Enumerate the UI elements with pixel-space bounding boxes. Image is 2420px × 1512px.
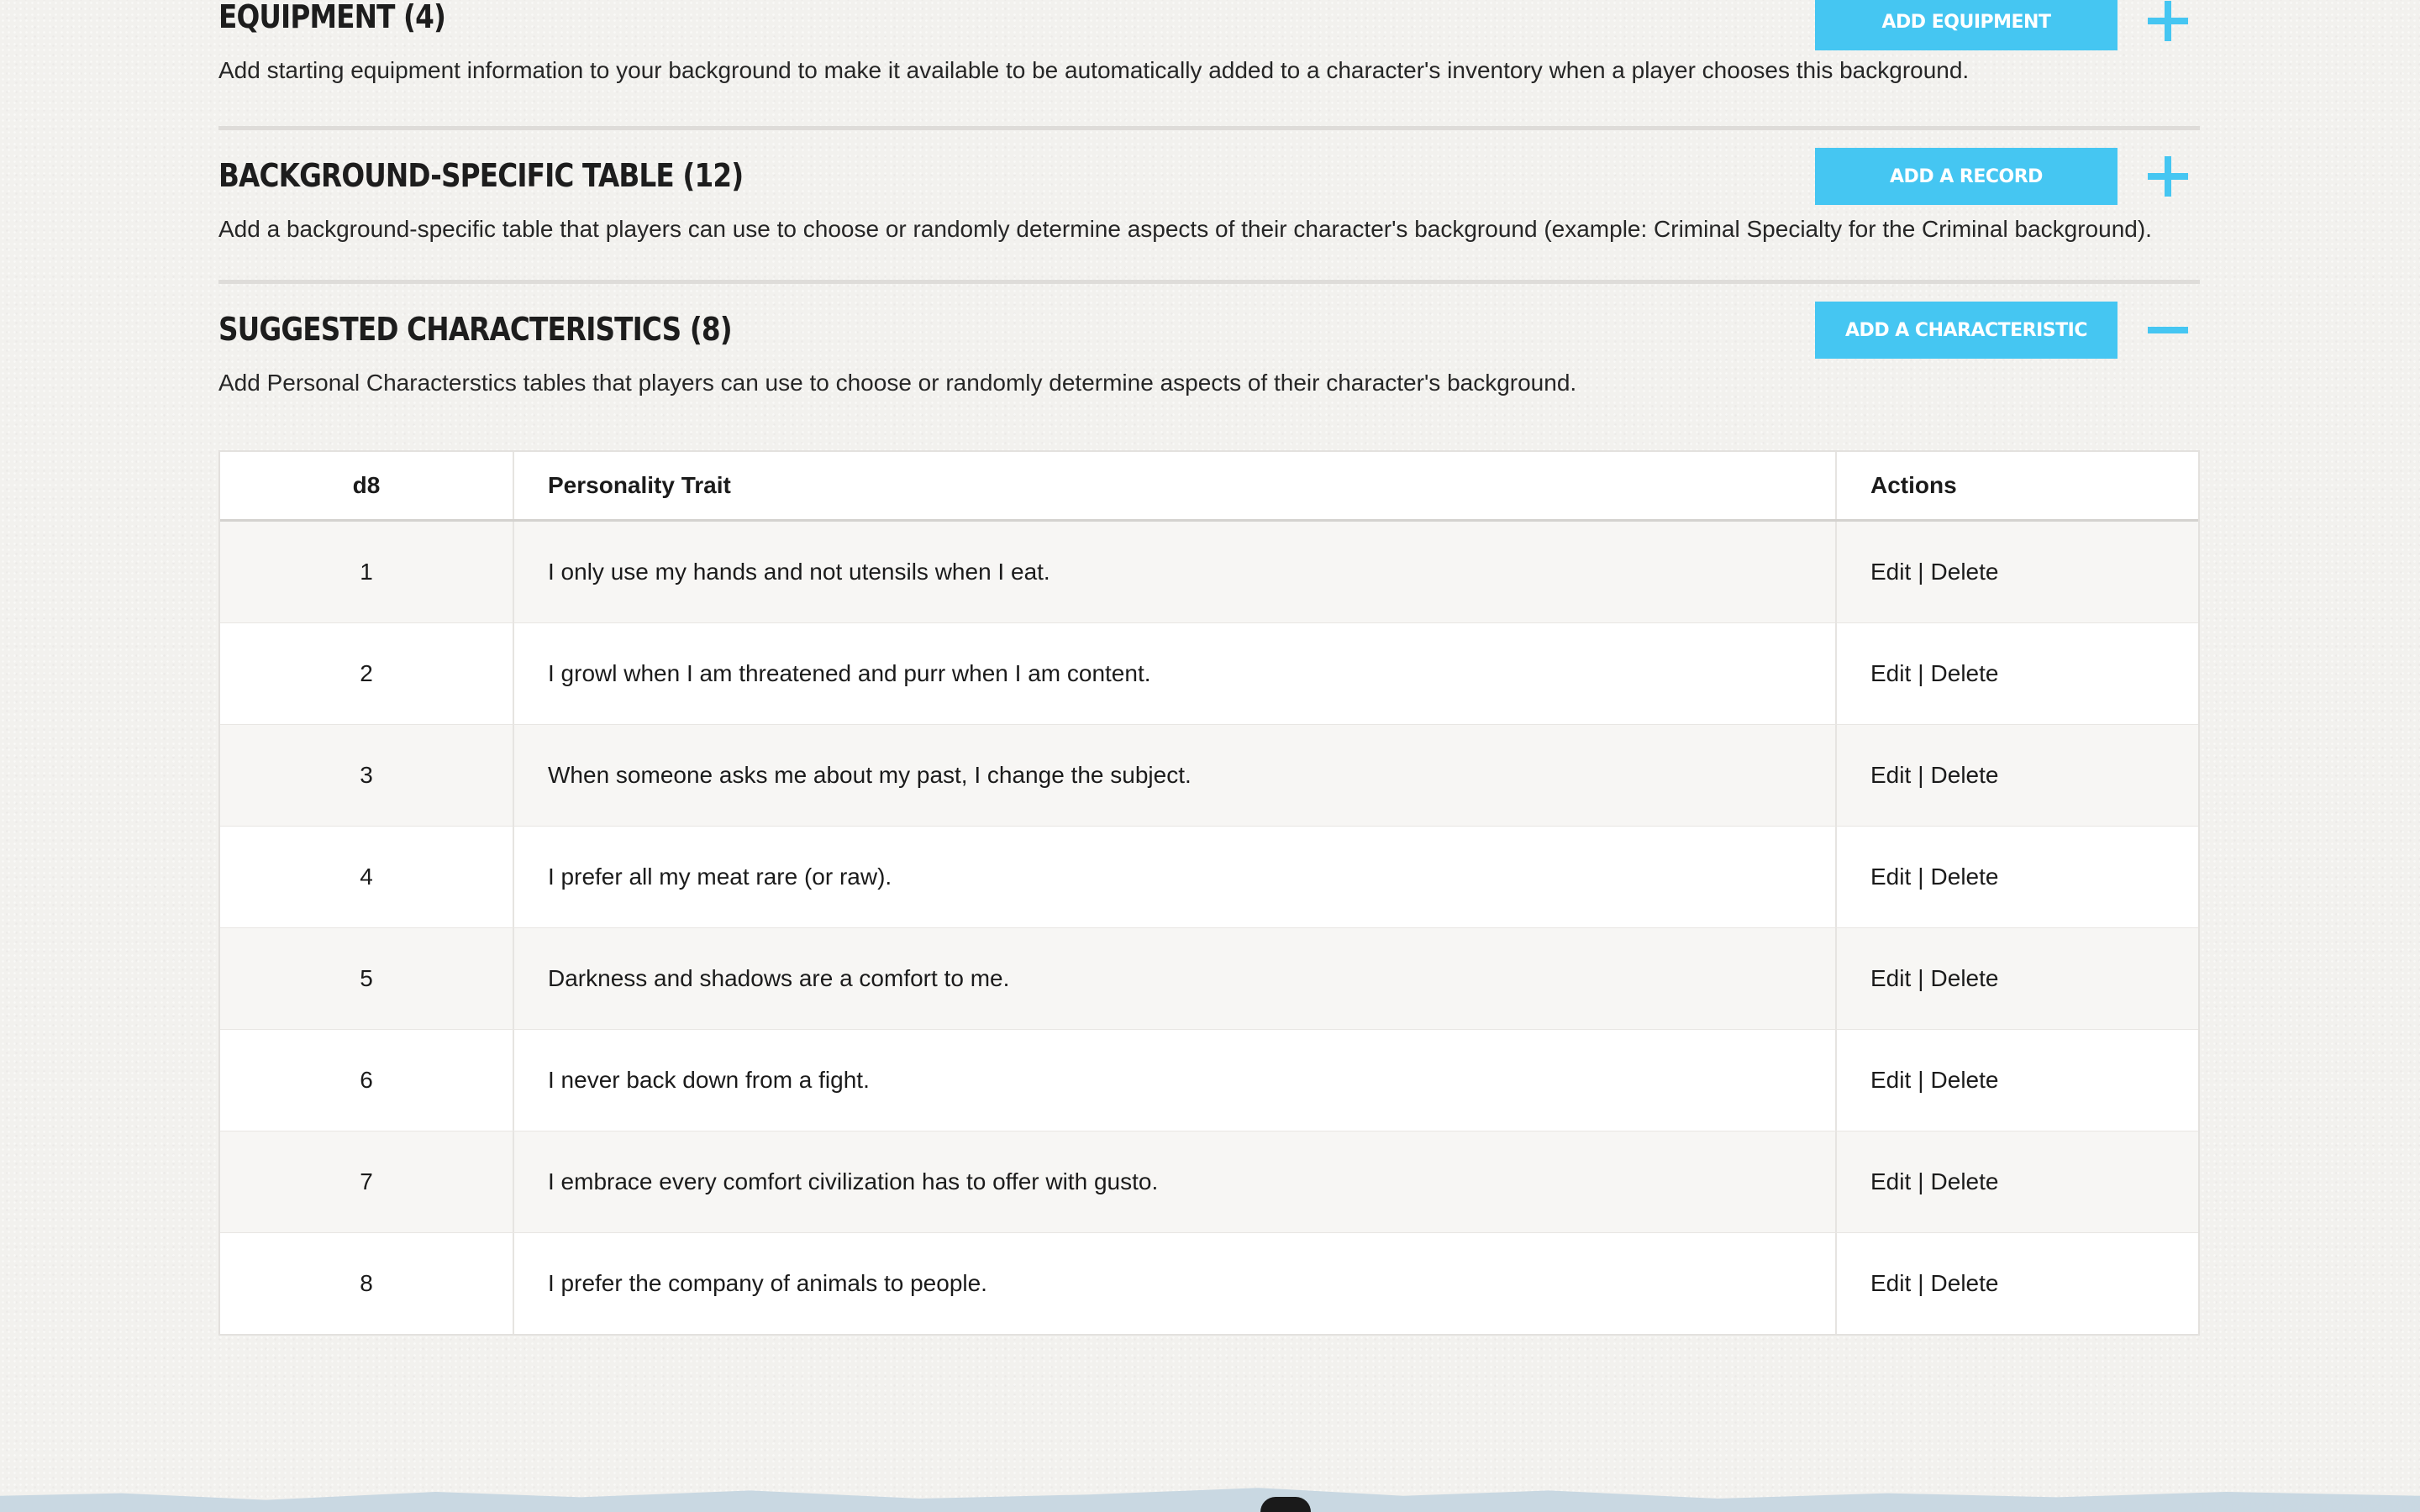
table-row: 3 When someone asks me about my past, I …: [220, 725, 2198, 827]
table-row: 8 I prefer the company of animals to peo…: [220, 1233, 2198, 1334]
table-row: 5 Darkness and shadows are a comfort to …: [220, 928, 2198, 1030]
add-characteristic-button[interactable]: ADD A CHARACTERISTIC: [1815, 302, 2118, 359]
action-separator: |: [1918, 762, 1924, 788]
action-separator: |: [1918, 864, 1924, 890]
equipment-description: Add starting equipment information to yo…: [218, 57, 1970, 83]
background-table-description: Add a background-specific table that pla…: [218, 216, 2152, 242]
edit-link[interactable]: Edit: [1870, 660, 1911, 687]
trait-cell: I never back down from a fight.: [514, 1030, 1837, 1131]
footer-silhouette: [1260, 1497, 1311, 1512]
action-separator: |: [1918, 965, 1924, 991]
trait-cell: Darkness and shadows are a comfort to me…: [514, 928, 1837, 1029]
column-header-actions: Actions: [1870, 472, 1957, 498]
roll-cell: 3: [220, 725, 514, 826]
delete-link[interactable]: Delete: [1931, 1168, 1999, 1195]
table-header-row: d8 Personality Trait Actions: [220, 452, 2198, 522]
action-separator: |: [1918, 559, 1924, 585]
action-separator: |: [1918, 660, 1924, 686]
actions-cell: Edit | Delete: [1837, 725, 2198, 826]
trait-cell: I growl when I am threatened and purr wh…: [514, 623, 1837, 724]
trait-cell: I only use my hands and not utensils whe…: [514, 522, 1837, 622]
edit-link[interactable]: Edit: [1870, 559, 1911, 585]
roll-cell: 2: [220, 623, 514, 724]
roll-cell: 5: [220, 928, 514, 1029]
roll-cell: 4: [220, 827, 514, 927]
equipment-section: EQUIPMENT (4) Add starting equipment inf…: [218, 0, 2200, 130]
actions-cell: Edit | Delete: [1837, 1131, 2198, 1232]
actions-cell: Edit | Delete: [1837, 1233, 2198, 1334]
action-separator: |: [1918, 1270, 1924, 1296]
delete-link[interactable]: Delete: [1931, 762, 1999, 789]
edit-link[interactable]: Edit: [1870, 1270, 1911, 1297]
table-row: 1 I only use my hands and not utensils w…: [220, 522, 2198, 623]
table-row: 7 I embrace every comfort civilization h…: [220, 1131, 2198, 1233]
edit-link[interactable]: Edit: [1870, 1067, 1911, 1094]
action-separator: |: [1918, 1168, 1924, 1194]
background-table-title: BACKGROUND-SPECIFIC TABLE (12): [218, 157, 744, 194]
delete-link[interactable]: Delete: [1931, 559, 1999, 585]
plus-icon[interactable]: [2148, 1, 2188, 41]
action-separator: |: [1918, 1067, 1924, 1093]
roll-cell: 6: [220, 1030, 514, 1131]
delete-link[interactable]: Delete: [1931, 1270, 1999, 1297]
actions-cell: Edit | Delete: [1837, 623, 2198, 724]
characteristics-title: SUGGESTED CHARACTERISTICS (8): [218, 311, 733, 348]
delete-link[interactable]: Delete: [1931, 660, 1999, 687]
delete-link[interactable]: Delete: [1931, 864, 1999, 890]
actions-cell: Edit | Delete: [1837, 827, 2198, 927]
personality-trait-table: d8 Personality Trait Actions 1 I only us…: [218, 450, 2200, 1336]
background-builder-content: EQUIPMENT (4) Add starting equipment inf…: [218, 0, 2200, 1336]
actions-cell: Edit | Delete: [1837, 522, 2198, 622]
equipment-title: EQUIPMENT (4): [218, 0, 446, 35]
footer-mountain-strip: [0, 1488, 2420, 1512]
trait-cell: I prefer the company of animals to peopl…: [514, 1233, 1837, 1334]
add-equipment-button[interactable]: ADD EQUIPMENT: [1815, 0, 2118, 50]
trait-cell: When someone asks me about my past, I ch…: [514, 725, 1837, 826]
actions-cell: Edit | Delete: [1837, 1030, 2198, 1131]
column-header-personality-trait: Personality Trait: [514, 452, 1837, 519]
column-header-d8: d8: [220, 452, 514, 519]
edit-link[interactable]: Edit: [1870, 762, 1911, 789]
add-record-button[interactable]: ADD A RECORD: [1815, 148, 2118, 205]
roll-cell: 1: [220, 522, 514, 622]
plus-icon[interactable]: [2148, 156, 2188, 197]
trait-cell: I embrace every comfort civilization has…: [514, 1131, 1837, 1232]
table-row: 6 I never back down from a fight. Edit | D…: [220, 1030, 2198, 1131]
actions-cell: Edit | Delete: [1837, 928, 2198, 1029]
roll-cell: 7: [220, 1131, 514, 1232]
delete-link[interactable]: Delete: [1931, 1067, 1999, 1094]
table-row: 2 I growl when I am threatened and purr …: [220, 623, 2198, 725]
background-table-section: BACKGROUND-SPECIFIC TABLE (12) Add a bac…: [218, 130, 2200, 284]
edit-link[interactable]: Edit: [1870, 965, 1911, 992]
minus-icon[interactable]: [2148, 310, 2188, 350]
delete-link[interactable]: Delete: [1931, 965, 1999, 992]
edit-link[interactable]: Edit: [1870, 1168, 1911, 1195]
table-row: 4 I prefer all my meat rare (or raw). Ed…: [220, 827, 2198, 928]
edit-link[interactable]: Edit: [1870, 864, 1911, 890]
roll-cell: 8: [220, 1233, 514, 1334]
characteristics-description: Add Personal Characterstics tables that …: [218, 370, 1577, 396]
trait-cell: I prefer all my meat rare (or raw).: [514, 827, 1837, 927]
